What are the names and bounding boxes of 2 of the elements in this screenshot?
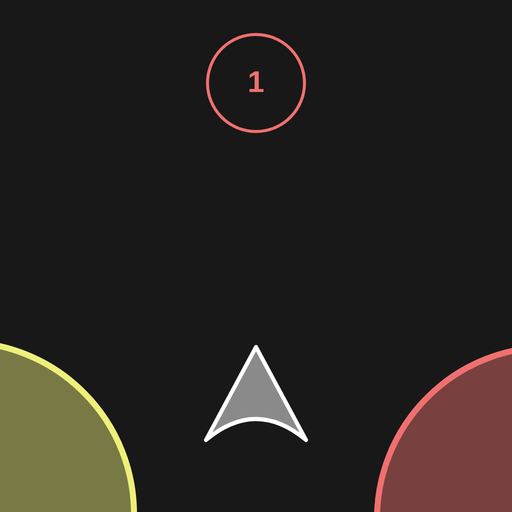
level-counter: 1 <box>206 33 306 133</box>
arrow-icon <box>203 343 309 445</box>
